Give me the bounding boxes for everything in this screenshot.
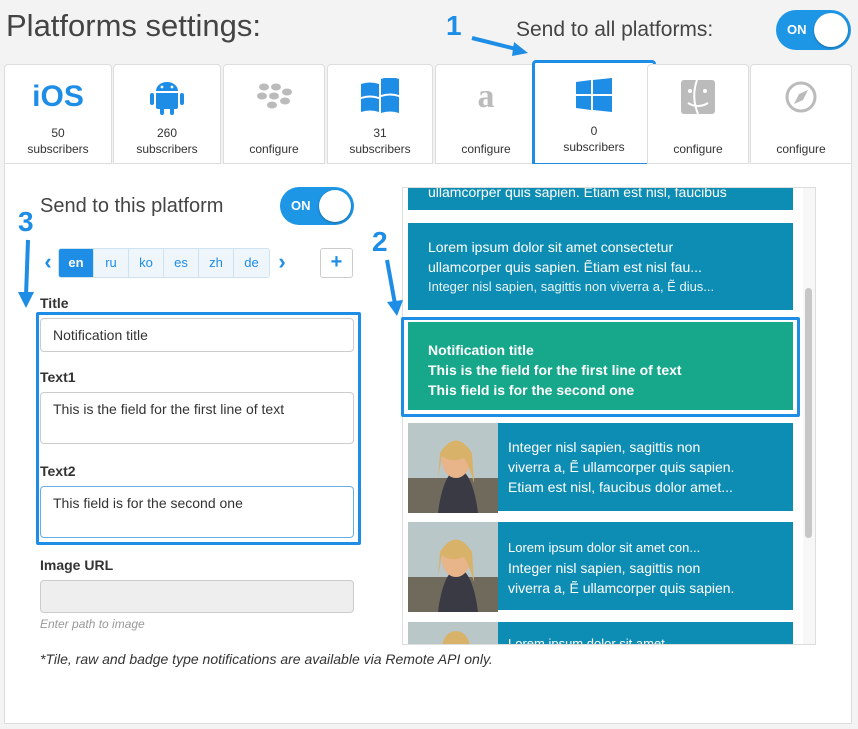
tab-amazon[interactable]: a configure [435,64,537,164]
tile-line: ullamcorper quis sapien. Ẽtiam est nisl … [428,259,702,275]
toggle-label: ON [291,198,311,213]
image-url-hint: Enter path to image [40,617,145,631]
tab-caption: subscribers [349,142,411,156]
tab-count: 0 [590,124,598,138]
step-1-number: 1 [446,10,462,41]
android-icon [114,75,220,119]
preview-scrollbar[interactable] [803,188,815,644]
tab-safari[interactable]: configure [750,64,852,164]
step-2-arrow [385,259,403,316]
tab-caption: subscribers [563,140,625,154]
tab-caption: configure [673,142,723,156]
lang-tab-ko[interactable]: ko [129,249,164,277]
safari-icon [751,75,851,119]
step-3-arrow [18,239,34,308]
windows-phone-icon [328,75,432,119]
tile-line: viverra a, Ẽ ullamcorper quis sapien. [508,580,735,596]
lang-tab-ru[interactable]: ru [94,249,129,277]
add-language-button[interactable]: + [320,248,353,278]
tab-mac[interactable]: configure [647,64,749,164]
tab-ios[interactable]: iOS 50 subscribers [4,64,112,164]
tab-caption: configure [776,142,826,156]
lang-tab-en[interactable]: en [59,249,94,277]
page-title: Platforms settings: [6,8,261,43]
lang-tab-es[interactable]: es [164,249,199,277]
footnote: *Tile, raw and badge type notifications … [40,651,493,667]
image-url-input[interactable] [40,580,354,613]
tab-android[interactable]: 260 subscribers [113,64,221,164]
tab-count: 260 [156,126,178,140]
step-1-arrow [471,36,528,56]
tile-line: viverra a, Ẽ ullamcorper quis sapien. [508,459,735,475]
title-label: Title [40,295,69,311]
windows-icon [535,73,653,117]
tile-line: Integer nisl sapien, sagittis non [508,560,701,576]
tile-line: Etiam est nisl, faucibus dolor amet... [508,479,733,495]
tab-caption: subscribers [27,142,89,156]
tile-line: Integer nisl sapien, sagittis non viverr… [428,279,715,294]
tab-count: 31 [373,126,387,140]
preview-tile: Lorem ipsum dolor sit amet consectetur u… [408,223,793,310]
tab-caption: configure [461,142,511,156]
tile-line: Lorem ipsum dolor sit amet consectetur [428,239,674,255]
image-url-label: Image URL [40,557,114,573]
lang-tab-de[interactable]: de [234,249,269,277]
tab-windows[interactable]: 0 subscribers [532,60,656,166]
tab-blackberry[interactable]: configure [223,64,325,164]
step-2-number: 2 [372,226,388,257]
ios-icon: iOS [32,80,84,113]
toggle-knob [319,190,351,222]
tab-caption: configure [249,142,299,156]
preview-highlight [401,317,800,417]
language-tabs: en ru ko es zh de [58,248,270,278]
send-platform-toggle[interactable]: ON [280,187,354,225]
finder-icon [648,75,748,119]
send-all-label: Send to all platforms: [516,18,714,41]
tile-line: Integer nisl sapien, sagittis non [508,439,701,455]
next-language-arrow[interactable]: › [274,248,290,278]
tab-caption: subscribers [136,142,198,156]
lang-tab-zh[interactable]: zh [199,249,234,277]
preview-tile: Lorem ipsum dolor sit amet [408,622,793,644]
prev-language-arrow[interactable]: ‹ [40,248,56,278]
amazon-icon: a [477,78,495,115]
tile-photo [408,622,498,644]
toggle-knob [814,13,848,47]
tile-photo [408,423,498,513]
tile-line: Lorem ipsum dolor sit amet con... [508,540,701,555]
tab-count: 50 [51,126,65,140]
scroll-thumb[interactable] [805,288,812,538]
preview-tile: ullamcorper quis sapien. Etiam est nisl,… [408,188,793,210]
tab-windows-phone[interactable]: 31 subscribers [327,64,433,164]
preview-tile: Integer nisl sapien, sagittis non viverr… [408,423,793,513]
toggle-label: ON [787,22,807,37]
tile-text: ullamcorper quis sapien. Etiam est nisl,… [428,188,727,200]
form-fields-highlight [36,312,361,545]
step-3-number: 3 [18,206,34,237]
tile-photo [408,522,498,612]
preview-tile: Lorem ipsum dolor sit amet con... Intege… [408,522,793,612]
send-all-toggle[interactable]: ON [776,10,851,50]
blackberry-icon [224,75,324,119]
tile-line: Lorem ipsum dolor sit amet [508,636,665,644]
send-platform-label: Send to this platform [40,195,224,217]
